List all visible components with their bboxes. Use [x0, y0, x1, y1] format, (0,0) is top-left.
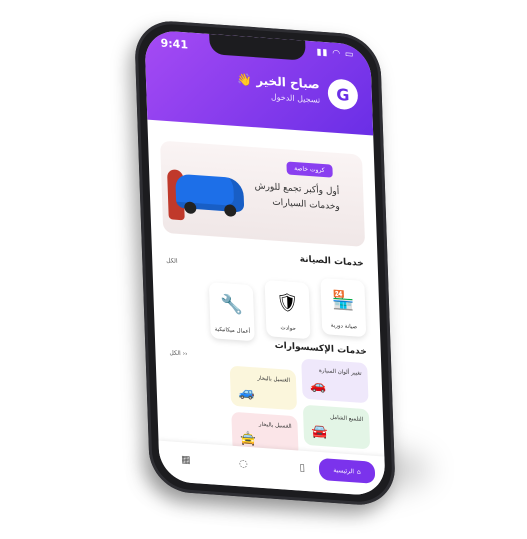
status-icons: ▮▮ ◠ ▭ — [316, 47, 355, 61]
phone-frame: 9:41 ▮▮ ◠ ▭ G صباح الخير 👋 تسجيل الدخول … — [133, 18, 397, 508]
greeting-text: صباح الخير 👋 — [236, 71, 320, 92]
promo-banner[interactable]: كروت خاصة أول وأكبر تجمع للورش وخدمات ال… — [160, 140, 366, 248]
car-wash-icon: 🚙 — [238, 385, 256, 402]
tab-home-label: الرئيسية — [333, 466, 355, 475]
accessory-card-polish[interactable]: التلميع الشامل 🚘 — [302, 404, 371, 450]
accessories-see-all-link[interactable]: الكل ›› — [169, 349, 187, 357]
accessory-card-paint[interactable]: تغيير ألوان السيارة 🚗 — [301, 358, 369, 404]
orders-icon[interactable]: ▯ — [299, 463, 305, 474]
logo-icon[interactable]: G — [327, 78, 359, 111]
car-steam-icon: 🚖 — [239, 431, 257, 448]
maintenance-title: خدمات الصيانة — [299, 254, 364, 269]
car-wheel — [184, 201, 197, 215]
accessory-label: تغيير ألوان السيارة — [318, 367, 362, 377]
location-icon[interactable]: ◌ — [239, 458, 248, 470]
car-paint-icon: 🚗 — [309, 378, 327, 395]
garage-icon: 🏪 — [331, 289, 355, 312]
bottom-tab-bar: الرئيسية ⌂ ▯ ◌ ▦ — [158, 440, 386, 497]
accessory-label: التلميع الشامل — [329, 414, 364, 423]
service-label: حوادث — [280, 325, 297, 333]
login-link[interactable]: تسجيل الدخول — [271, 92, 321, 104]
banner-tag: كروت خاصة — [285, 161, 333, 178]
service-label: صيانة دورية — [330, 322, 358, 331]
car-wheel — [224, 204, 237, 217]
status-time: 9:41 — [160, 36, 189, 52]
maintenance-see-all-link[interactable]: الكل — [166, 257, 178, 265]
phone-mockup: 9:41 ▮▮ ◠ ▭ G صباح الخير 👋 تسجيل الدخول … — [120, 18, 420, 528]
home-icon: ⌂ — [356, 468, 361, 476]
wrench-icon: 🔧 — [219, 293, 244, 316]
car-image — [175, 173, 245, 217]
app-screen: 9:41 ▮▮ ◠ ▭ G صباح الخير 👋 تسجيل الدخول … — [144, 29, 386, 497]
menu-icon[interactable]: ▦ — [181, 454, 191, 466]
shield-car-icon: 🛡 — [275, 291, 300, 314]
service-card-mechanical[interactable]: 🔧 أعمال ميكانيكية — [208, 282, 255, 342]
accessory-label: الغسيل بالبخار — [258, 421, 292, 430]
accessory-label: الغسيل بالبخار — [257, 375, 291, 384]
service-label: أعمال ميكانيكية — [214, 326, 251, 336]
car-polish-icon: 🚘 — [311, 424, 329, 441]
accessory-card-steam-wash[interactable]: الغسيل بالبخار 🚙 — [229, 365, 298, 411]
service-card-periodic[interactable]: 🏪 صيانة دورية — [320, 277, 367, 338]
tab-home[interactable]: الرئيسية ⌂ — [318, 457, 376, 484]
accessories-title: خدمات الإكسسوارات — [274, 340, 367, 358]
banner-text: أول وأكبر تجمع للورش وخدمات السيارات — [254, 181, 340, 213]
service-card-accidents[interactable]: 🛡 حوادث — [264, 279, 311, 340]
